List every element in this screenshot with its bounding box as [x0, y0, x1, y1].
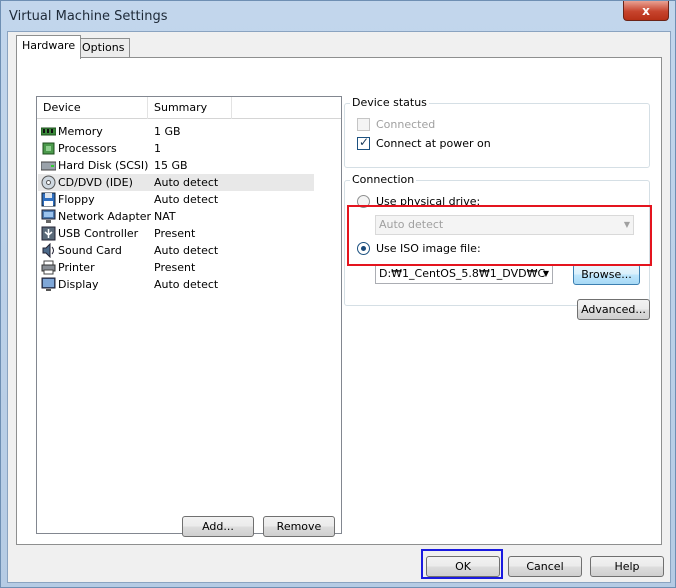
network-adapter-icon: [41, 209, 56, 223]
cancel-button[interactable]: Cancel: [508, 556, 582, 577]
device-status-group: Device status Connected ✓ Connect at pow…: [344, 96, 650, 168]
tab-options[interactable]: Options: [76, 38, 131, 58]
device-summary: Auto detect: [154, 244, 219, 257]
device-row-floppy[interactable]: Floppy Auto detect: [38, 191, 314, 208]
device-name: Hard Disk (SCSI): [58, 159, 149, 172]
column-header-summary[interactable]: Summary: [148, 97, 232, 119]
virtual-machine-settings-window: Virtual Machine Settings x Hardware Opti…: [0, 0, 676, 588]
hardware-tab-panel: Device Summary Memory 1 GB Processors 1 …: [16, 57, 662, 545]
device-row-sound-card[interactable]: Sound Card Auto detect: [38, 242, 314, 259]
device-name: Printer: [58, 261, 95, 274]
ok-button-highlight-box: [421, 549, 503, 579]
usb-icon: [41, 226, 56, 241]
device-row-memory[interactable]: Memory 1 GB: [38, 123, 314, 140]
iso-path-combo[interactable]: D:₩1_CentOS_5.8₩1_DVD₩C ▼: [375, 264, 553, 284]
cd-dvd-icon: [41, 175, 56, 190]
device-summary: Present: [154, 261, 196, 274]
title-bar[interactable]: Virtual Machine Settings x: [1, 1, 675, 33]
close-icon: x: [642, 3, 650, 18]
device-summary: 1: [154, 142, 161, 155]
browse-button[interactable]: Browse...: [573, 264, 640, 285]
connection-label: Connection: [350, 173, 417, 186]
column-header-blank: [232, 97, 341, 119]
window-title: Virtual Machine Settings: [9, 9, 168, 24]
add-button[interactable]: Add...: [182, 516, 254, 537]
device-list-header: Device Summary: [37, 97, 341, 119]
device-list[interactable]: Device Summary Memory 1 GB Processors 1 …: [36, 96, 342, 534]
device-row-processors[interactable]: Processors 1: [38, 140, 314, 157]
device-summary: Auto detect: [154, 193, 219, 206]
device-status-label: Device status: [350, 96, 429, 109]
connect-at-power-on-label: Connect at power on: [376, 137, 491, 150]
device-summary: 15 GB: [154, 159, 188, 172]
checkmark-icon: ✓: [359, 135, 370, 149]
device-summary: Auto detect: [154, 176, 219, 189]
memory-icon: [41, 127, 56, 136]
advanced-button[interactable]: Advanced...: [577, 299, 650, 320]
processor-icon: [42, 142, 55, 155]
connected-label: Connected: [376, 118, 436, 131]
device-row-printer[interactable]: Printer Present: [38, 259, 314, 276]
dialog-client-area: Hardware Options Device Summary Memory 1…: [7, 31, 671, 583]
device-row-display[interactable]: Display Auto detect: [38, 276, 314, 293]
close-button[interactable]: x: [623, 1, 669, 21]
column-header-device[interactable]: Device: [37, 97, 148, 119]
device-name: Display: [58, 278, 99, 291]
device-row-usb-controller[interactable]: USB Controller Present: [38, 225, 314, 242]
device-summary: NAT: [154, 210, 176, 223]
iso-image-highlight-box: [347, 205, 652, 266]
connect-at-power-on-checkbox[interactable]: ✓: [357, 135, 370, 150]
connected-checkbox[interactable]: [357, 118, 370, 131]
floppy-icon: [41, 192, 56, 207]
hard-disk-icon: [41, 161, 56, 171]
chevron-down-icon[interactable]: ▼: [543, 269, 549, 278]
remove-button[interactable]: Remove: [263, 516, 335, 537]
device-row-hard-disk[interactable]: Hard Disk (SCSI) 15 GB: [38, 157, 314, 174]
tab-hardware[interactable]: Hardware: [16, 35, 82, 59]
device-row-cd-dvd[interactable]: CD/DVD (IDE) Auto detect: [38, 174, 314, 191]
device-name: Sound Card: [58, 244, 122, 257]
device-summary: Auto detect: [154, 278, 219, 291]
sound-card-icon: [42, 243, 54, 258]
printer-icon: [41, 260, 56, 275]
device-name: CD/DVD (IDE): [58, 176, 133, 189]
device-name: Network Adapter: [58, 210, 152, 223]
help-button[interactable]: Help: [590, 556, 664, 577]
device-name: Memory: [58, 125, 103, 138]
device-row-network-adapter[interactable]: Network Adapter NAT: [38, 208, 314, 225]
iso-path-value: D:₩1_CentOS_5.8₩1_DVD₩C: [379, 267, 546, 280]
device-name: Floppy: [58, 193, 95, 206]
device-summary: Present: [154, 227, 196, 240]
display-icon: [41, 277, 56, 291]
device-name: Processors: [58, 142, 117, 155]
device-summary: 1 GB: [154, 125, 181, 138]
device-name: USB Controller: [58, 227, 139, 240]
